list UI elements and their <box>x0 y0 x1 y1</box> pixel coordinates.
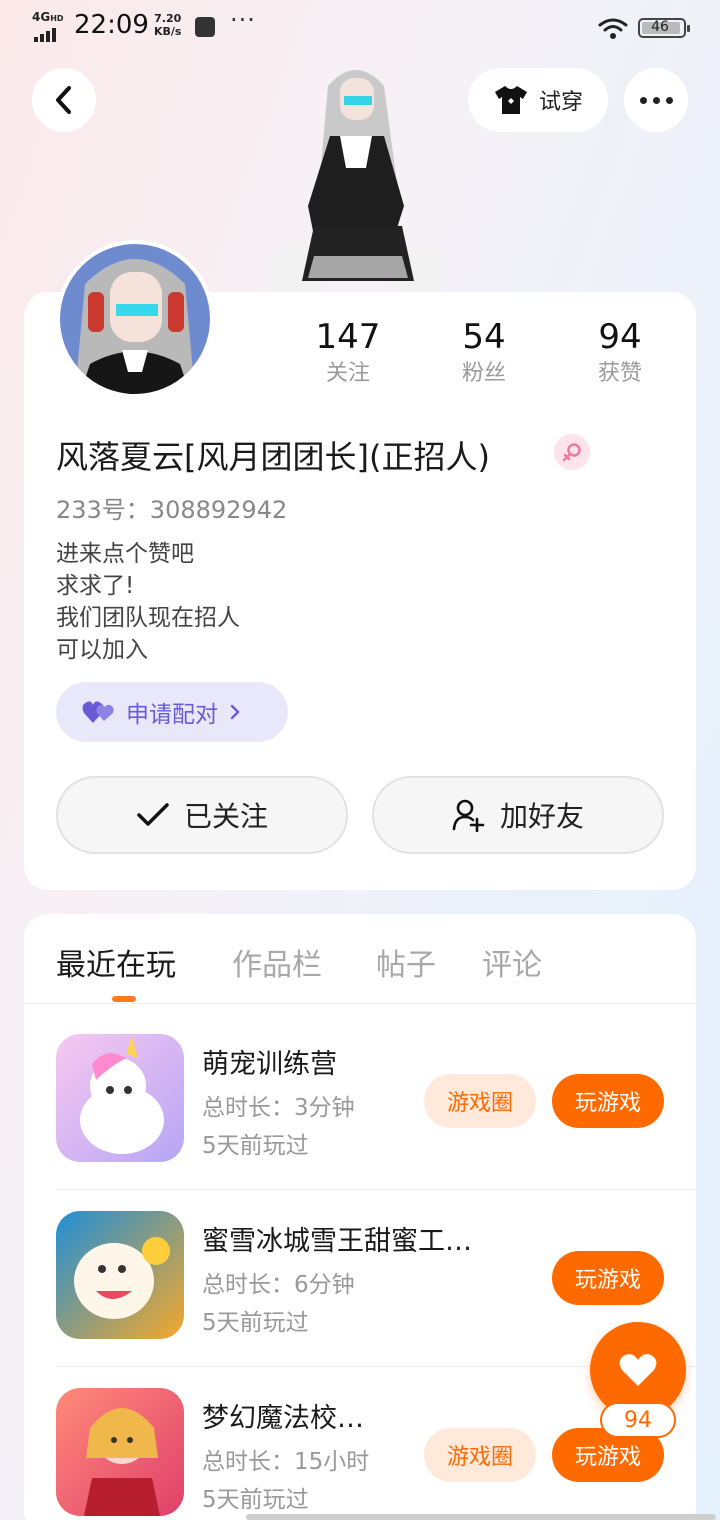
game-icon-mixue[interactable] <box>56 1211 184 1339</box>
game-duration: 总时长：3分钟 <box>202 1095 355 1121</box>
recent-games-card: 最近在玩 作品栏 帖子 评论 萌宠训练营 总时长：3分钟 5天前玩过 游戏圈 玩… <box>24 914 696 1520</box>
pair-label: 申请配对 <box>126 702 218 728</box>
female-icon <box>554 434 590 470</box>
followed-label: 已关注 <box>183 800 268 833</box>
character-figure <box>268 70 446 296</box>
heart-icon <box>619 1354 657 1386</box>
dot <box>665 96 673 104</box>
app-notification-icon <box>195 17 215 37</box>
hearts-icon <box>82 701 114 723</box>
add-friend-label: 加好友 <box>499 800 584 833</box>
scroll-indicator <box>246 1514 716 1520</box>
add-friend-button[interactable]: 加好友 <box>372 776 664 854</box>
game-row[interactable]: 萌宠训练营 总时长：3分钟 5天前玩过 游戏圈 玩游戏 <box>56 1014 696 1190</box>
game-last-played: 5天前玩过 <box>202 1310 309 1336</box>
pair-request-button[interactable]: 申请配对 <box>56 682 288 742</box>
tab-posts[interactable]: 帖子 <box>376 940 436 984</box>
avatar-image <box>60 244 210 394</box>
bio-line: 求求了! <box>56 573 135 599</box>
tab-recently-played[interactable]: 最近在玩 <box>56 940 176 984</box>
row-divider <box>56 1189 696 1190</box>
stat-number: 94 <box>598 317 642 357</box>
bio-line: 进来点个赞吧 <box>56 541 194 567</box>
bio-line: 可以加入 <box>56 637 148 663</box>
game-name: 梦幻魔法校… <box>202 1403 364 1434</box>
tab-indicator <box>112 996 136 1002</box>
battery-level: 46 <box>651 19 669 35</box>
check-icon <box>137 803 169 826</box>
stat-followers[interactable]: 54 粉丝 <box>416 316 552 390</box>
stat-label: 粉丝 <box>461 361 506 386</box>
bio: 进来点个赞吧 求求了! 我们团队现在招人 可以加入 <box>56 538 240 666</box>
stat-following[interactable]: 147 关注 <box>280 316 416 390</box>
game-last-played: 5天前玩过 <box>202 1133 309 1159</box>
game-duration: 总时长：6分钟 <box>202 1272 355 1298</box>
game-circle-button[interactable]: 游戏圈 <box>424 1428 536 1482</box>
dot <box>652 96 660 104</box>
avatar[interactable] <box>56 240 214 398</box>
profile-stats: 147 关注 54 粉丝 94 获赞 <box>280 316 688 390</box>
tab-comments[interactable]: 评论 <box>482 940 542 984</box>
game-circle-button[interactable]: 游戏圈 <box>424 1074 536 1128</box>
bio-line: 我们团队现在招人 <box>56 605 240 631</box>
wifi-icon <box>598 18 628 39</box>
clock: 22:09 <box>74 10 149 40</box>
chevron-right-icon <box>230 704 240 720</box>
try-on-button[interactable]: 试穿 <box>468 68 608 132</box>
like-count-badge: 94 <box>600 1402 676 1438</box>
status-bar: 4GHD 22:09 7.20 KB/s ··· 46 <box>0 0 720 56</box>
followed-button[interactable]: 已关注 <box>56 776 348 854</box>
try-on-label: 试穿 <box>538 90 583 115</box>
game-icon-pet-camp[interactable] <box>56 1034 184 1162</box>
user-id: 233号：308892942 <box>56 496 288 524</box>
battery-icon: 46 <box>638 18 690 38</box>
tab-bar: 最近在玩 作品栏 帖子 评论 <box>24 914 696 1004</box>
stat-label: 获赞 <box>597 361 642 386</box>
back-button[interactable] <box>32 68 96 132</box>
network-speed: 7.20 KB/s <box>154 12 181 38</box>
more-options-button[interactable] <box>624 68 688 132</box>
play-game-button[interactable]: 玩游戏 <box>552 1074 664 1128</box>
shirt-icon <box>494 86 527 114</box>
signal-icon: 4GHD <box>32 10 68 42</box>
game-name: 蜜雪冰城雪王甜蜜工… <box>202 1226 472 1257</box>
network-type: 4G <box>32 10 51 24</box>
stat-label: 关注 <box>325 361 370 386</box>
nickname: 风落夏云[风月团团长](正招人) <box>56 438 490 476</box>
game-last-played: 5天前玩过 <box>202 1487 309 1513</box>
game-icon-magic-school[interactable] <box>56 1388 184 1516</box>
dot <box>639 96 647 104</box>
game-duration: 总时长：15小时 <box>202 1449 370 1475</box>
stat-number: 147 <box>315 317 381 357</box>
speed-value: 7.20 <box>154 12 182 25</box>
stat-number: 54 <box>462 317 506 357</box>
play-game-button[interactable]: 玩游戏 <box>552 1251 664 1305</box>
more-notifications-icon: ··· <box>230 6 256 34</box>
stat-likes[interactable]: 94 获赞 <box>552 316 688 390</box>
chevron-left-icon <box>56 86 71 114</box>
tab-works[interactable]: 作品栏 <box>232 940 322 984</box>
speed-unit: KB/s <box>154 25 182 38</box>
game-name: 萌宠训练营 <box>202 1049 337 1080</box>
network-badge: HD <box>50 14 64 23</box>
add-user-icon <box>452 799 485 832</box>
